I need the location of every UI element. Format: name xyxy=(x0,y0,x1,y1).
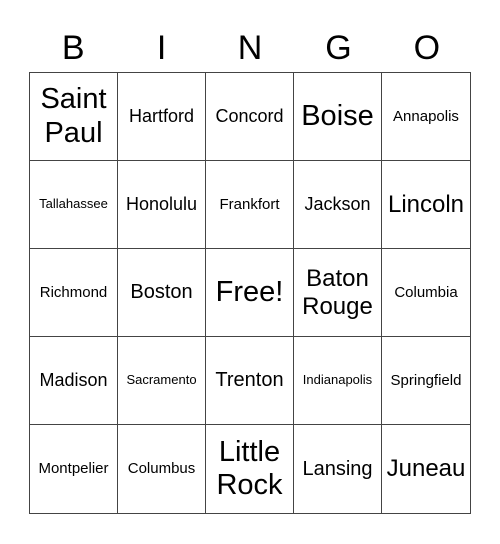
free-space-cell[interactable]: Free! xyxy=(206,249,294,337)
header-letter-n: N xyxy=(237,29,263,67)
bingo-cell[interactable]: Juneau xyxy=(382,425,470,513)
bingo-grid: Saint Paul Hartford Concord Boise Annapolis T… xyxy=(29,72,471,514)
header-letter-i: I xyxy=(156,29,167,67)
bingo-cell[interactable]: Madison xyxy=(30,337,118,425)
bingo-cell[interactable]: Little Rock xyxy=(206,425,294,513)
bingo-cell[interactable]: Indianapolis xyxy=(294,337,382,425)
bingo-cell[interactable]: Lansing xyxy=(294,425,382,513)
bingo-cell[interactable]: Richmond xyxy=(30,249,118,337)
bingo-cell[interactable]: Jackson xyxy=(294,161,382,249)
bingo-header: B I N G O xyxy=(29,26,471,70)
bingo-cell[interactable]: Concord xyxy=(206,73,294,161)
bingo-cell[interactable]: Trenton xyxy=(206,337,294,425)
bingo-cell[interactable]: Hartford xyxy=(118,73,206,161)
header-letter-g: G xyxy=(325,29,352,67)
bingo-cell[interactable]: Lincoln xyxy=(382,161,470,249)
bingo-cell[interactable]: Columbia xyxy=(382,249,470,337)
bingo-cell[interactable]: Boise xyxy=(294,73,382,161)
bingo-cell[interactable]: Saint Paul xyxy=(30,73,118,161)
bingo-cell[interactable]: Montpelier xyxy=(30,425,118,513)
bingo-cell[interactable]: Honolulu xyxy=(118,161,206,249)
header-letter-b: B xyxy=(61,29,85,67)
bingo-cell[interactable]: Frankfort xyxy=(206,161,294,249)
header-letter-o: O xyxy=(413,29,441,67)
bingo-cell[interactable]: Tallahassee xyxy=(30,161,118,249)
bingo-cell[interactable]: Columbus xyxy=(118,425,206,513)
bingo-cell[interactable]: Springfield xyxy=(382,337,470,425)
bingo-cell[interactable]: Baton Rouge xyxy=(294,249,382,337)
bingo-cell[interactable]: Annapolis xyxy=(382,73,470,161)
bingo-cell[interactable]: Boston xyxy=(118,249,206,337)
bingo-cell[interactable]: Sacramento xyxy=(118,337,206,425)
